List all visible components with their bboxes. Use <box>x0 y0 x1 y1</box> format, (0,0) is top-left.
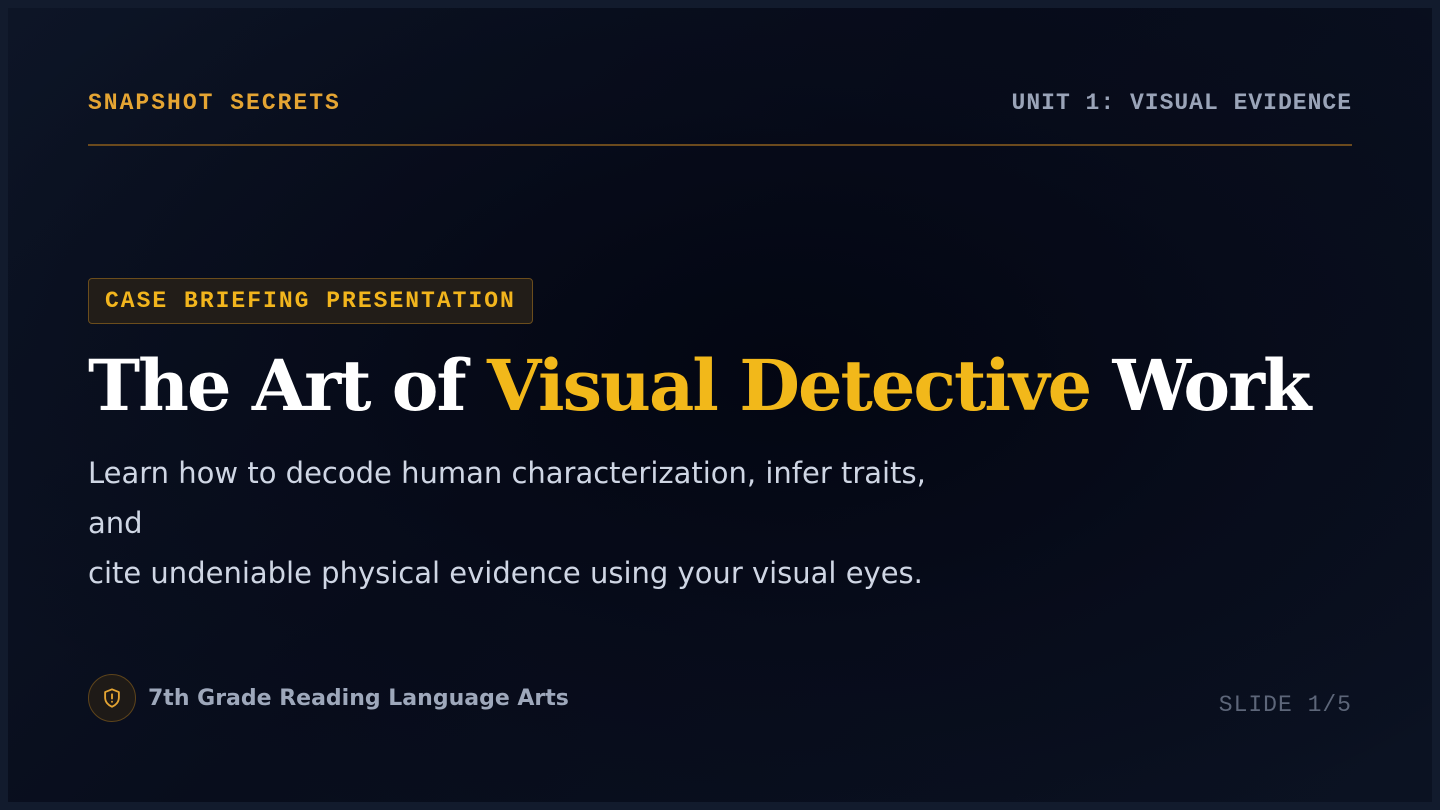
title-text-end: Work <box>1090 344 1312 427</box>
course-info: 7th Grade Reading Language Arts <box>88 674 569 722</box>
slide-header: SNAPSHOT SECRETS UNIT 1: VISUAL EVIDENCE <box>88 88 1352 146</box>
subtitle-line-1: Learn how to decode human characterizati… <box>88 456 926 540</box>
shield-alert-icon <box>88 674 136 722</box>
title-slide: SNAPSHOT SECRETS UNIT 1: VISUAL EVIDENCE… <box>8 8 1432 802</box>
brand-name: SNAPSHOT SECRETS <box>88 90 341 116</box>
slide-title: The Art of Visual Detective Work <box>88 344 1312 428</box>
case-briefing-badge: CASE BRIEFING PRESENTATION <box>88 278 533 324</box>
subtitle-line-2: cite undeniable physical evidence using … <box>88 556 923 590</box>
title-highlight: Visual Detective <box>486 344 1092 427</box>
title-text-start: The Art of <box>88 344 487 427</box>
slide-counter: SLIDE 1/5 <box>1218 692 1352 718</box>
presentation-frame: SNAPSHOT SECRETS UNIT 1: VISUAL EVIDENCE… <box>0 0 1440 810</box>
course-name: 7th Grade Reading Language Arts <box>148 685 569 711</box>
unit-label: UNIT 1: VISUAL EVIDENCE <box>1011 90 1352 116</box>
slide-subtitle: Learn how to decode human characterizati… <box>88 448 988 598</box>
